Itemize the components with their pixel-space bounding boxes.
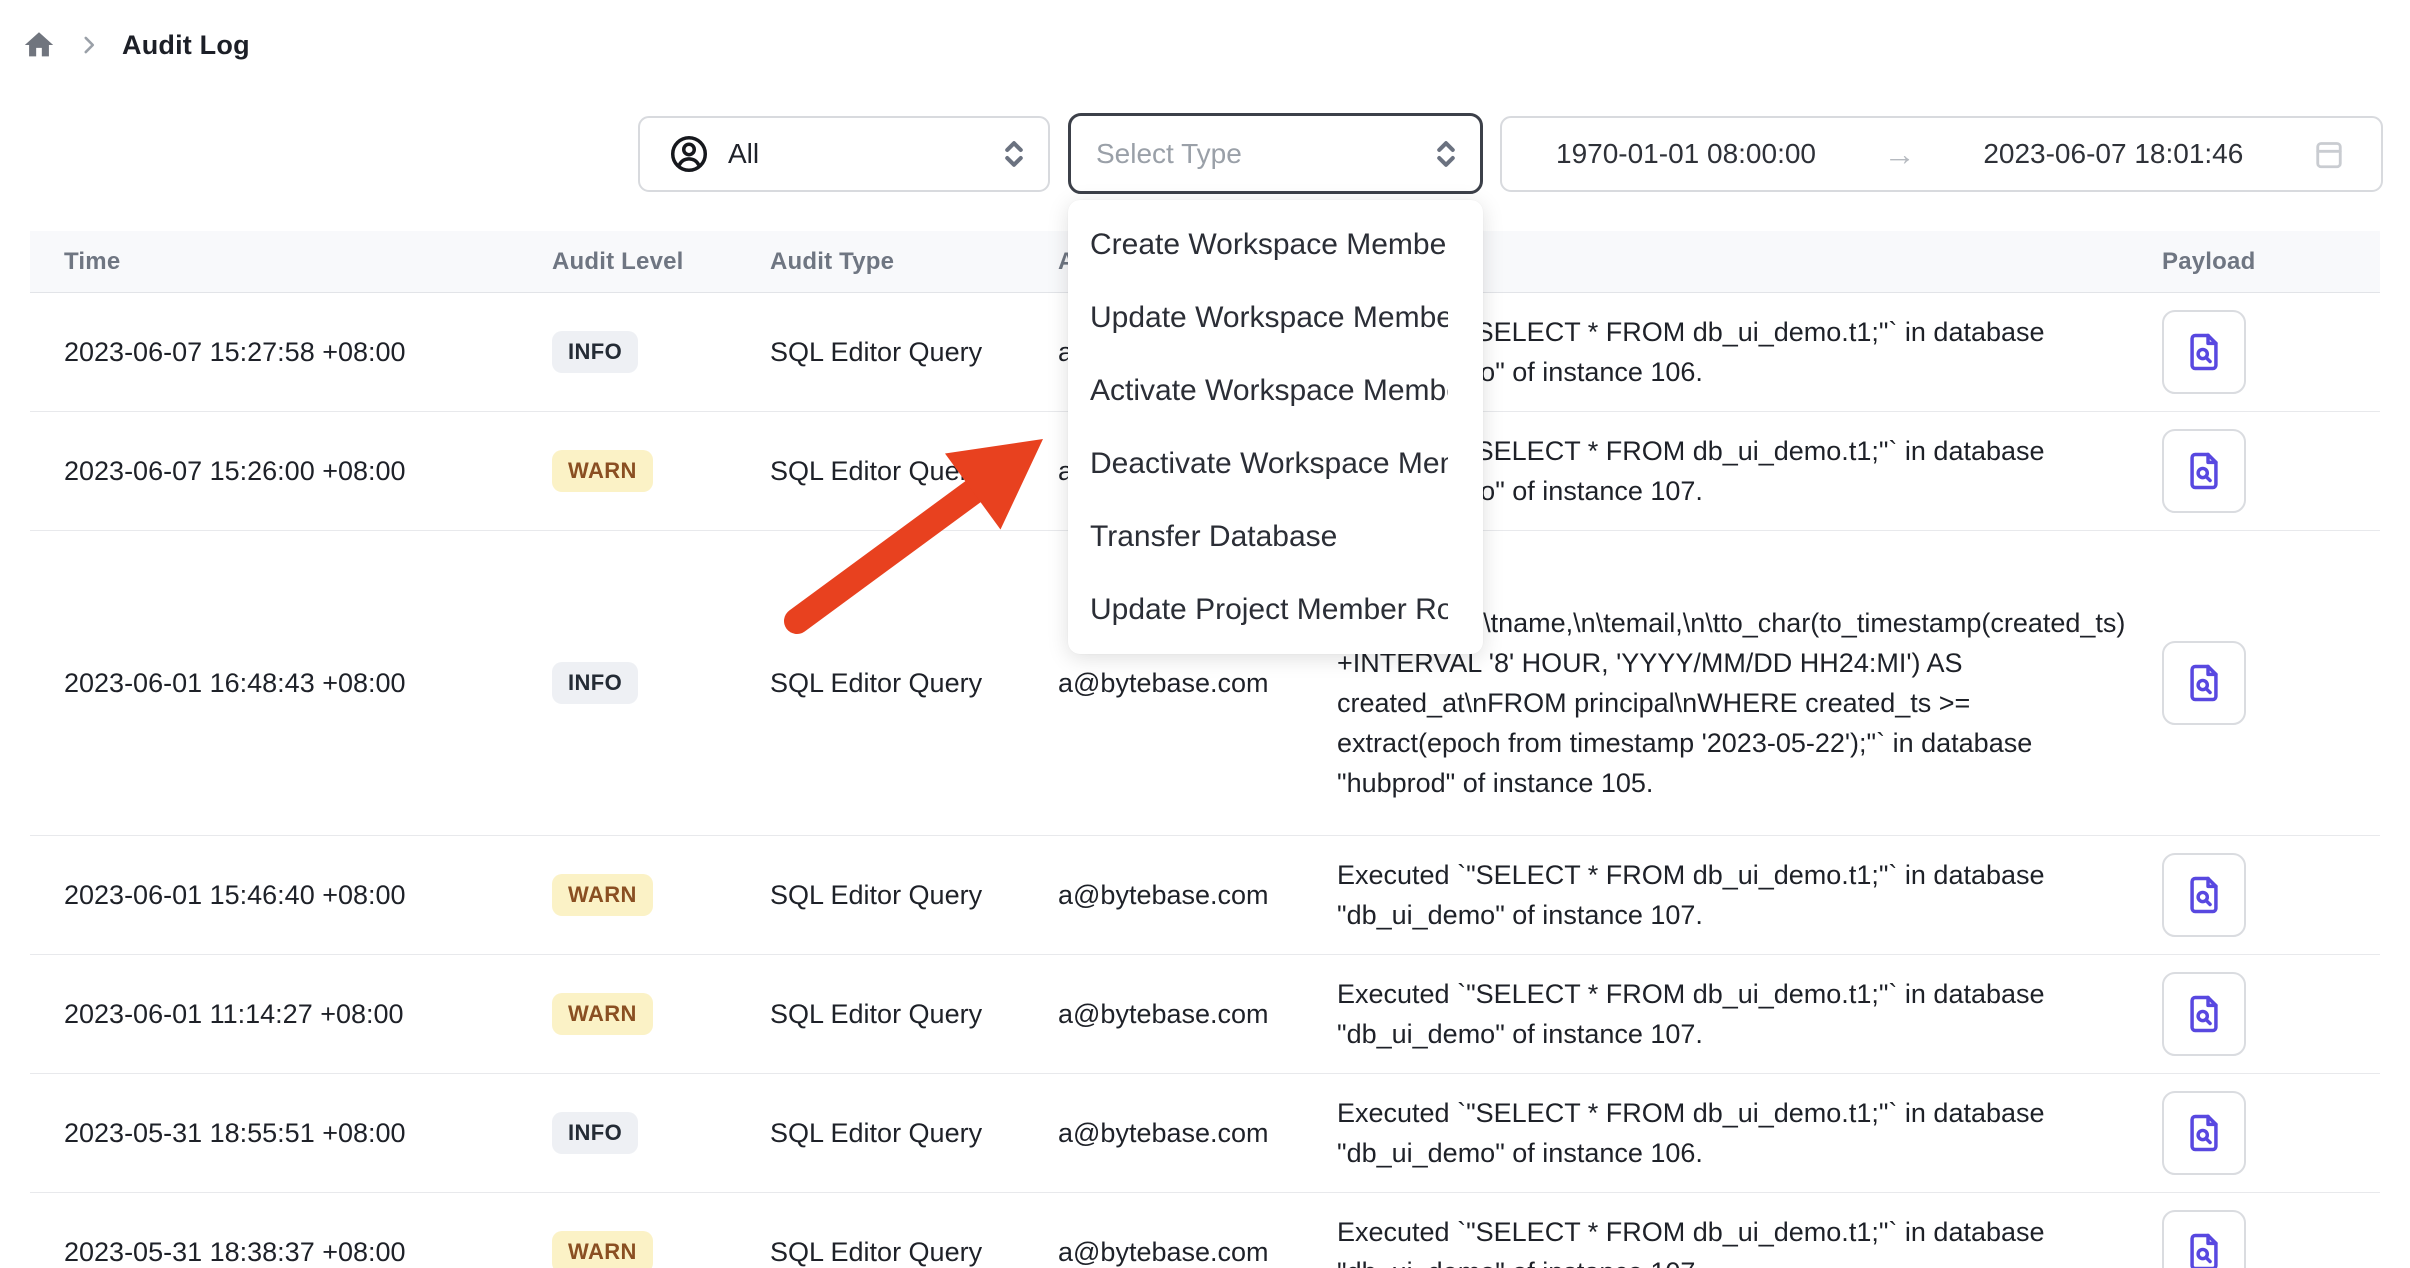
audit-level-badge: INFO: [552, 1112, 638, 1154]
row-comment: Executed `"SELECT * FROM db_ui_demo.t1;"…: [1337, 979, 2045, 1049]
row-actor: a@bytebase.com: [1058, 999, 1269, 1029]
payload-view-button[interactable]: [2162, 641, 2246, 725]
audit-level-badge: WARN: [552, 450, 653, 492]
row-audit-type: SQL Editor Query: [770, 999, 982, 1029]
actor-filter-value: All: [728, 138, 996, 170]
file-search-icon: [2182, 449, 2226, 493]
type-dropdown-option[interactable]: Deactivate Workspace Member: [1068, 427, 1483, 500]
type-dropdown-option-label: Transfer Database: [1090, 520, 1448, 554]
audit-log-page: Audit Log All Select Type 1970-01-01 08:…: [0, 0, 2410, 1268]
row-time: 2023-06-07 15:26:00 +08:00: [64, 456, 406, 486]
type-filter-select[interactable]: Select Type: [1068, 113, 1483, 194]
row-audit-type: SQL Editor Query: [770, 337, 982, 367]
col-header-audit-type: Audit Type: [770, 231, 1058, 293]
row-actor: a@bytebase.com: [1058, 1118, 1269, 1148]
row-time: 2023-06-01 15:46:40 +08:00: [64, 880, 406, 910]
audit-level-badge: WARN: [552, 1231, 653, 1268]
range-start-value: 1970-01-01 08:00:00: [1556, 138, 1816, 170]
type-dropdown-option[interactable]: Update Workspace Member: [1068, 281, 1483, 354]
file-search-icon: [2182, 1111, 2226, 1155]
col-header-payload: Payload: [2140, 231, 2380, 293]
payload-view-button[interactable]: [2162, 853, 2246, 937]
audit-level-badge: INFO: [552, 662, 638, 704]
type-dropdown-menu: Create Workspace Member Update Workspace …: [1068, 200, 1483, 654]
home-icon[interactable]: [22, 28, 56, 62]
date-range-picker[interactable]: 1970-01-01 08:00:00 → 2023-06-07 18:01:4…: [1500, 116, 2383, 192]
row-audit-type: SQL Editor Query: [770, 668, 982, 698]
range-arrow-icon: →: [1884, 136, 1916, 173]
file-search-icon: [2182, 330, 2226, 374]
col-header-time: Time: [30, 231, 552, 293]
table-row: 2023-06-01 15:46:40 +08:00 WARN SQL Edit…: [30, 836, 2380, 955]
select-arrows-icon: [1428, 136, 1464, 172]
payload-view-button[interactable]: [2162, 972, 2246, 1056]
type-dropdown-option-label: Update Project Member Role: [1090, 593, 1448, 627]
row-actor: a@bytebase.com: [1058, 880, 1269, 910]
type-dropdown-option[interactable]: Update Project Member Role: [1068, 573, 1483, 646]
row-comment: Executed `"SELECT * FROM db_ui_demo.t1;"…: [1337, 1098, 2045, 1168]
row-time: 2023-05-31 18:38:37 +08:00: [64, 1237, 406, 1267]
select-arrows-icon: [996, 136, 1032, 172]
table-row: 2023-05-31 18:38:37 +08:00 WARN SQL Edit…: [30, 1193, 2380, 1268]
col-header-audit-level: Audit Level: [552, 231, 770, 293]
row-time: 2023-05-31 18:55:51 +08:00: [64, 1118, 406, 1148]
row-time: 2023-06-01 11:14:27 +08:00: [64, 999, 404, 1029]
payload-view-button[interactable]: [2162, 429, 2246, 513]
audit-level-badge: INFO: [552, 331, 638, 373]
file-search-icon: [2182, 992, 2226, 1036]
breadcrumb: Audit Log: [22, 28, 250, 62]
audit-level-badge: WARN: [552, 874, 653, 916]
row-audit-type: SQL Editor Query: [770, 456, 982, 486]
type-filter-placeholder: Select Type: [1096, 138, 1428, 170]
page-title: Audit Log: [122, 30, 250, 61]
row-actor: a@bytebase.com: [1058, 668, 1269, 698]
row-time: 2023-06-07 15:27:58 +08:00: [64, 337, 406, 367]
row-audit-type: SQL Editor Query: [770, 880, 982, 910]
file-search-icon: [2182, 1230, 2226, 1268]
file-search-icon: [2182, 661, 2226, 705]
row-comment: Executed `"SELECT * FROM db_ui_demo.t1;"…: [1337, 860, 2045, 930]
range-end-value: 2023-06-07 18:01:46: [1983, 138, 2243, 170]
chevron-right-icon: [76, 32, 102, 58]
payload-view-button[interactable]: [2162, 1091, 2246, 1175]
actor-filter-select[interactable]: All: [638, 116, 1050, 192]
table-row: 2023-05-31 18:55:51 +08:00 INFO SQL Edit…: [30, 1074, 2380, 1193]
type-dropdown-option-label: Deactivate Workspace Member: [1090, 447, 1448, 481]
audit-level-badge: WARN: [552, 993, 653, 1035]
type-dropdown-option-label: Create Workspace Member: [1090, 228, 1448, 262]
calendar-icon: [2311, 136, 2347, 172]
type-dropdown-option-label: Activate Workspace Member: [1090, 374, 1448, 408]
payload-view-button[interactable]: [2162, 1210, 2246, 1268]
payload-view-button[interactable]: [2162, 310, 2246, 394]
type-dropdown-option-label: Update Workspace Member: [1090, 301, 1448, 335]
row-comment: Executed `"SELECT * FROM db_ui_demo.t1;"…: [1337, 1217, 2045, 1268]
type-dropdown-option[interactable]: Transfer Database: [1068, 500, 1483, 573]
row-actor: a@bytebase.com: [1058, 1237, 1269, 1267]
type-dropdown-option[interactable]: Activate Workspace Member: [1068, 354, 1483, 427]
row-audit-type: SQL Editor Query: [770, 1237, 982, 1267]
type-dropdown-option[interactable]: Create Workspace Member: [1068, 208, 1483, 281]
file-search-icon: [2182, 873, 2226, 917]
row-audit-type: SQL Editor Query: [770, 1118, 982, 1148]
user-circle-icon: [668, 133, 710, 175]
row-time: 2023-06-01 16:48:43 +08:00: [64, 668, 406, 698]
table-row: 2023-06-01 11:14:27 +08:00 WARN SQL Edit…: [30, 955, 2380, 1074]
